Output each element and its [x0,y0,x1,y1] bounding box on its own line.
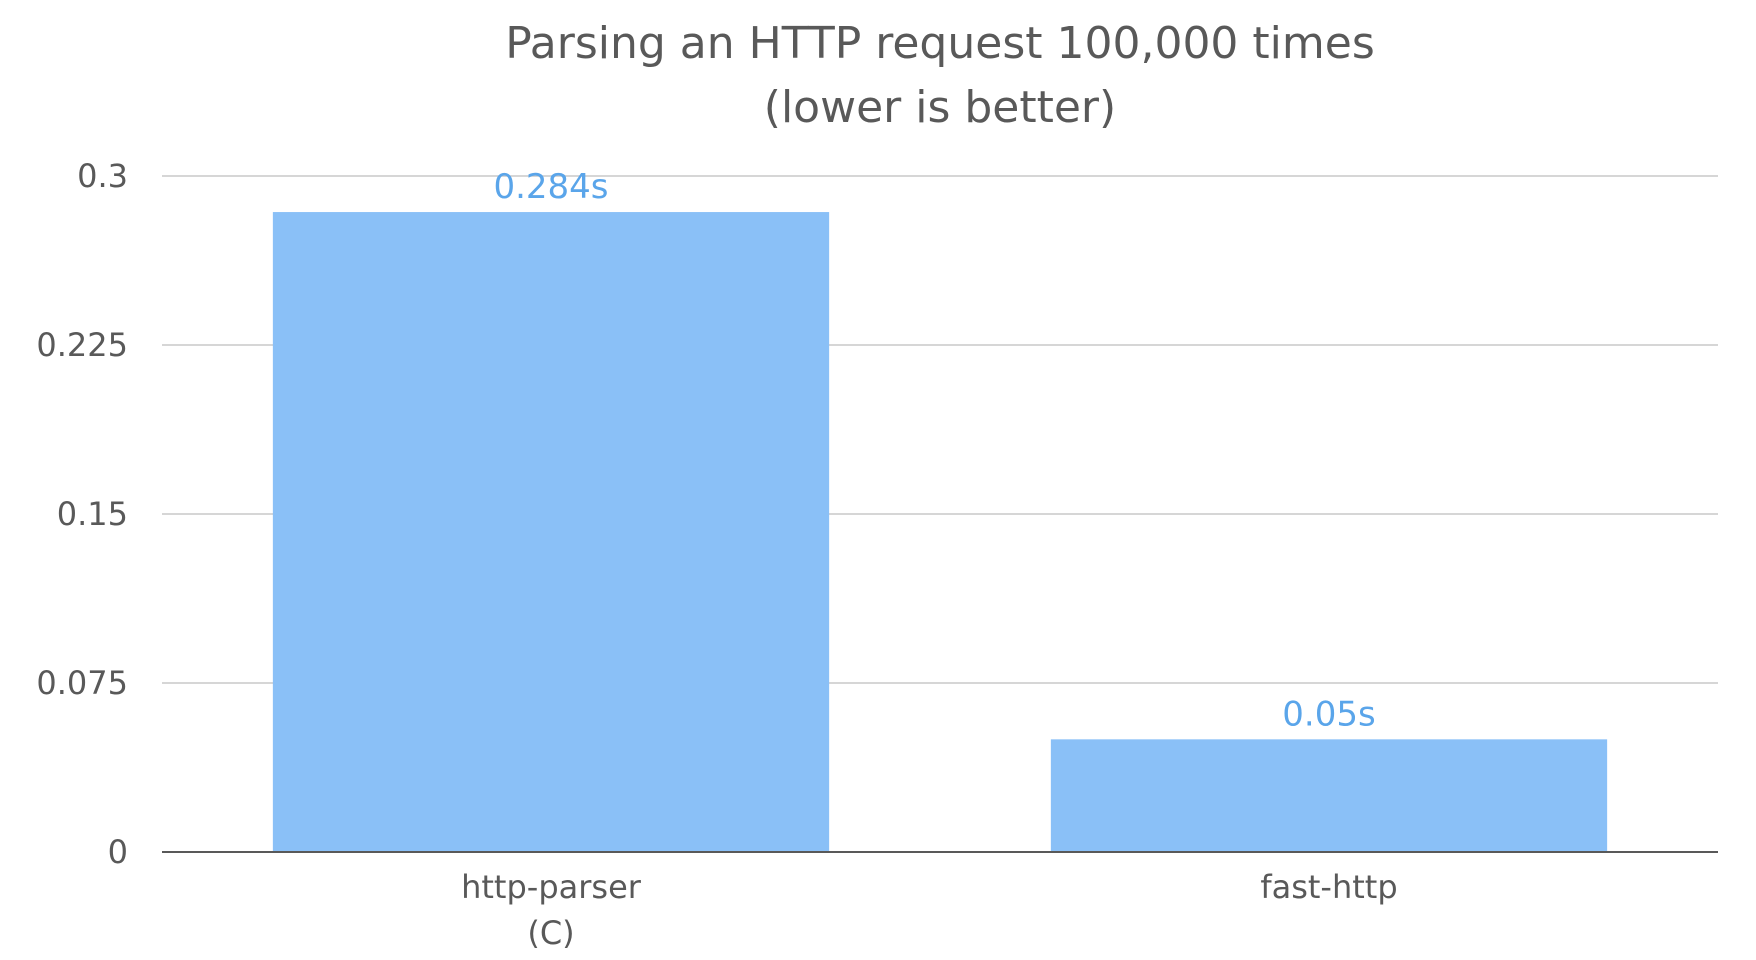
x-axis-categories: http-parser (C) fast-http [461,868,1398,952]
bar [272,212,830,852]
bars [272,212,1608,852]
chart-subtitle: (lower is better) [764,82,1116,133]
data-label: 0.284s [493,167,608,207]
bar-chart: Parsing an HTTP request 100,000 times (l… [36,18,1718,952]
data-label: 0.05s [1282,694,1375,734]
y-tick-label: 0.225 [36,326,128,364]
bar [1050,739,1608,852]
y-axis-ticks: 0 0.075 0.15 0.225 0.3 [36,157,128,871]
y-tick-label: 0.15 [57,495,128,533]
x-category-label: http-parser [461,868,642,906]
x-category-label: fast-http [1260,868,1397,906]
chart-title: Parsing an HTTP request 100,000 times [505,18,1375,69]
x-category-label: (C) [527,914,574,952]
y-tick-label: 0 [108,833,128,871]
y-tick-label: 0.075 [36,664,128,702]
y-tick-label: 0.3 [77,157,128,195]
